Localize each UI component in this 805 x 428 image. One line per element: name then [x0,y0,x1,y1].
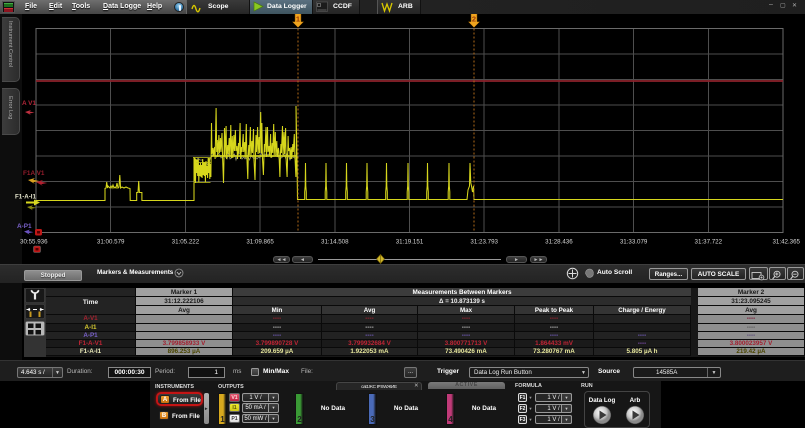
svg-text:31:19.151: 31:19.151 [396,239,424,246]
svg-text:1: 1 [296,14,300,23]
svg-text:31:23.793: 31:23.793 [470,239,498,246]
svg-text:31:37.722: 31:37.722 [695,239,723,246]
svg-text:A V1: A V1 [22,100,36,107]
svg-text:2: 2 [472,14,476,23]
svg-text:31:28.436: 31:28.436 [545,239,573,246]
svg-text:30:55.936: 30:55.936 [20,239,48,246]
svg-text:31:33.079: 31:33.079 [620,239,648,246]
svg-text:31:09.865: 31:09.865 [246,239,274,246]
svg-text:31:42.365: 31:42.365 [772,239,800,246]
svg-text:31:05.222: 31:05.222 [172,239,200,246]
svg-text:31:14.508: 31:14.508 [321,239,349,246]
svg-text:F1-A-I1: F1-A-I1 [15,194,37,201]
svg-text:31:00.579: 31:00.579 [97,239,125,246]
svg-text:F1A V1: F1A V1 [23,170,45,177]
svg-text:A-P1: A-P1 [17,223,32,230]
